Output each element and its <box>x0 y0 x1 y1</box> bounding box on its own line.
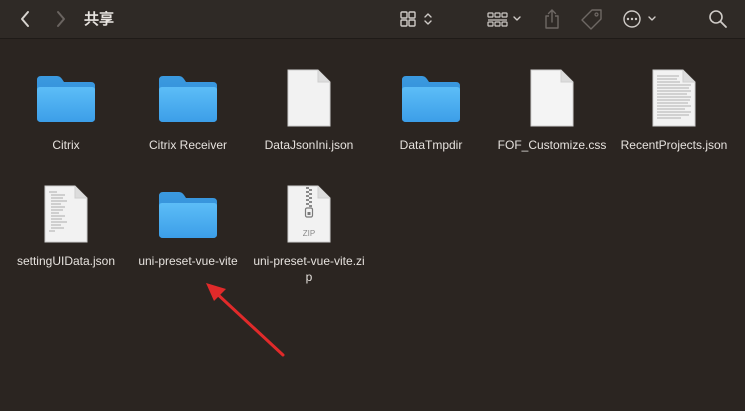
zip-archive-icon: ZIP <box>287 185 331 243</box>
search-icon <box>709 10 727 28</box>
item-label: Citrix Receiver <box>148 138 227 152</box>
tags-button[interactable] <box>578 0 606 38</box>
file-grid: Citrix Citrix Receiver DataJsonIni.json … <box>0 39 745 411</box>
folder-icon <box>37 76 95 122</box>
tag-icon <box>581 9 602 30</box>
view-mode-button[interactable] <box>396 0 436 38</box>
folder-icon <box>159 76 217 122</box>
file-item[interactable]: DataJsonIni.json <box>250 65 368 153</box>
document-icon <box>530 69 574 127</box>
item-label: RecentProjects.json <box>620 138 728 152</box>
share-button[interactable] <box>540 0 564 38</box>
text-document-icon <box>652 69 696 127</box>
folder-item[interactable]: DataTmpdir <box>372 65 490 153</box>
folder-icon <box>159 192 217 238</box>
window-title: 共享 <box>84 10 115 28</box>
more-icon <box>623 10 656 28</box>
forward-button[interactable] <box>50 0 72 38</box>
document-icon <box>287 69 331 127</box>
item-label: DataTmpdir <box>399 138 463 152</box>
file-item[interactable]: FOF_Customize.css <box>493 65 611 153</box>
chevron-right-icon <box>57 11 65 27</box>
item-label: FOF_Customize.css <box>497 138 607 152</box>
item-label: uni-preset-vue-vite.zip <box>253 254 365 284</box>
chevron-left-icon <box>21 11 29 27</box>
back-button[interactable] <box>14 0 36 38</box>
text-document-icon <box>44 185 88 243</box>
folder-icon <box>402 76 460 122</box>
file-item[interactable]: RecentProjects.json <box>615 65 733 153</box>
action-button[interactable] <box>620 0 662 38</box>
file-item[interactable]: ZIP uni-preset-vue-vite.zip <box>250 181 368 285</box>
zip-badge: ZIP <box>303 229 315 238</box>
share-icon <box>545 9 559 29</box>
icon-grid-icon <box>400 11 432 27</box>
group-button[interactable] <box>484 0 526 38</box>
folder-item[interactable]: Citrix Receiver <box>129 65 247 153</box>
toolbar: 共享 <box>0 0 745 39</box>
item-label: DataJsonIni.json <box>264 138 354 152</box>
folder-item[interactable]: uni-preset-vue-vite <box>129 181 247 269</box>
group-grid-icon <box>487 12 521 27</box>
file-item[interactable]: settingUIData.json <box>7 181 125 269</box>
item-label: uni-preset-vue-vite <box>138 254 238 268</box>
item-label: settingUIData.json <box>16 254 116 268</box>
item-label: Citrix <box>52 138 80 152</box>
search-button[interactable] <box>705 0 731 38</box>
folder-item[interactable]: Citrix <box>7 65 125 153</box>
